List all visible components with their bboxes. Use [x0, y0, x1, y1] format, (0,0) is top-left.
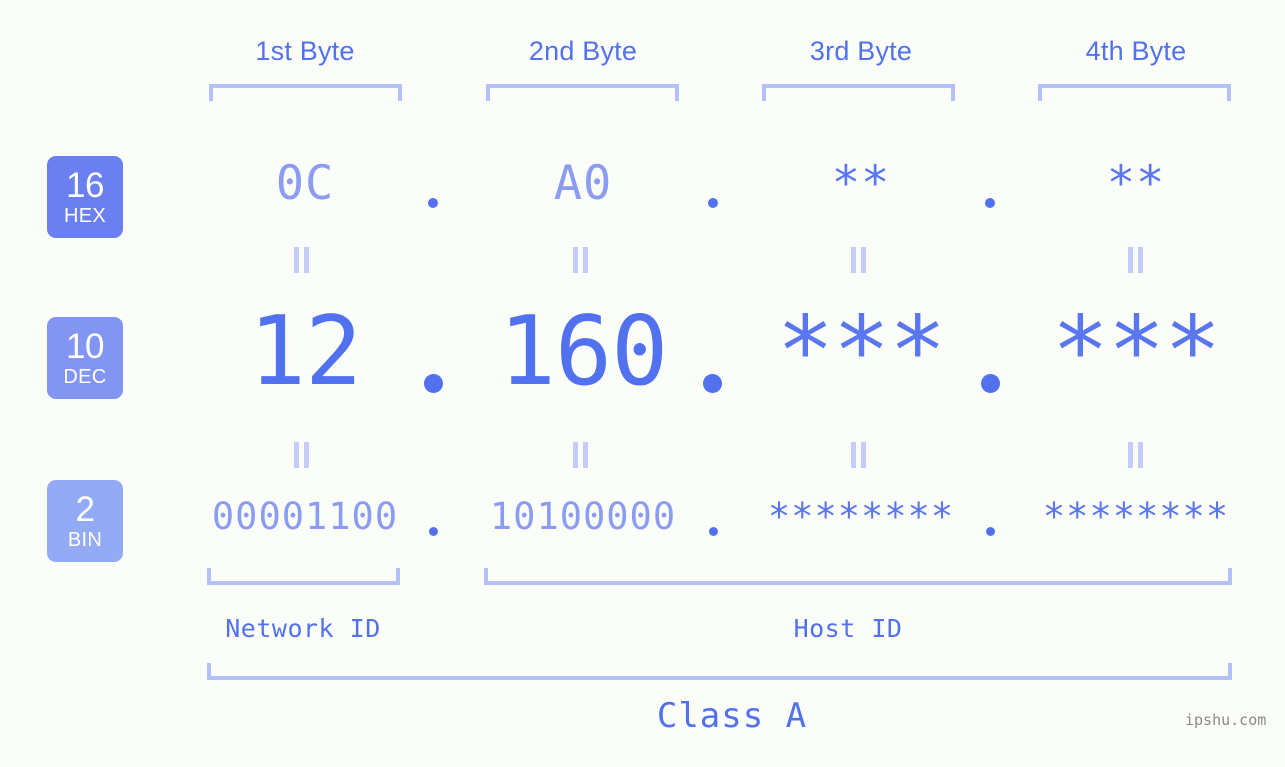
host-id-label: Host ID	[793, 614, 903, 643]
site-watermark: ipshu.com	[1185, 711, 1267, 729]
hex-octet-4: **	[1106, 156, 1166, 211]
dec-octet-1: 12	[248, 297, 362, 407]
byte-bracket-2	[486, 84, 679, 101]
dec-separator-1	[424, 374, 443, 393]
dec-octet-2: 160	[498, 297, 669, 407]
radix-badge-dec-number: 10	[66, 327, 104, 366]
hex-octet-3: **	[831, 156, 891, 211]
radix-badge-hex-number: 16	[66, 166, 104, 205]
bin-separator-2	[709, 527, 718, 536]
byte-bracket-1	[209, 84, 402, 101]
dec-octet-4: ***	[1051, 297, 1222, 407]
byte-bracket-4	[1038, 84, 1231, 101]
hex-separator-1	[428, 198, 438, 208]
equivalence-mark-hex-dec-1	[294, 247, 310, 273]
bin-octet-1: 00001100	[211, 495, 399, 538]
bin-octet-4: ********	[1042, 495, 1230, 538]
bin-separator-3	[986, 527, 995, 536]
byte-header-3: 3rd Byte	[809, 36, 913, 66]
dec-separator-2	[703, 374, 722, 393]
hex-octet-2: A0	[553, 156, 613, 211]
equivalence-mark-dec-bin-4	[1128, 442, 1144, 468]
radix-badge-bin: 2 BIN	[47, 480, 123, 562]
equivalence-mark-hex-dec-3	[851, 247, 867, 273]
equivalence-mark-dec-bin-1	[294, 442, 310, 468]
host-id-bracket	[484, 568, 1232, 585]
equivalence-mark-hex-dec-4	[1128, 247, 1144, 273]
network-id-bracket	[207, 568, 400, 585]
hex-separator-3	[985, 198, 995, 208]
radix-badge-dec: 10 DEC	[47, 317, 123, 399]
address-class-label: Class A	[656, 696, 808, 736]
byte-header-1: 1st Byte	[255, 36, 355, 66]
byte-bracket-3	[762, 84, 955, 101]
equivalence-mark-hex-dec-2	[573, 247, 589, 273]
ip-address-breakdown-diagram: 1st Byte 2nd Byte 3rd Byte 4th Byte 16 H…	[0, 0, 1285, 767]
network-id-label: Network ID	[225, 614, 381, 643]
radix-badge-hex-name: HEX	[63, 205, 107, 227]
radix-badge-bin-number: 2	[75, 490, 95, 529]
equivalence-mark-dec-bin-2	[573, 442, 589, 468]
radix-badge-hex: 16 HEX	[47, 156, 123, 238]
bin-octet-3: ********	[767, 495, 955, 538]
dec-octet-3: ***	[776, 297, 947, 407]
byte-header-4: 4th Byte	[1085, 36, 1187, 66]
byte-header-2: 2nd Byte	[528, 36, 638, 66]
address-class-bracket	[207, 663, 1232, 680]
hex-separator-2	[708, 198, 718, 208]
bin-separator-1	[429, 527, 438, 536]
hex-octet-1: 0C	[275, 156, 335, 211]
bin-octet-2: 10100000	[489, 495, 677, 538]
dec-separator-3	[981, 374, 1000, 393]
radix-badge-bin-name: BIN	[67, 529, 103, 551]
radix-badge-dec-name: DEC	[63, 366, 107, 388]
equivalence-mark-dec-bin-3	[851, 442, 867, 468]
